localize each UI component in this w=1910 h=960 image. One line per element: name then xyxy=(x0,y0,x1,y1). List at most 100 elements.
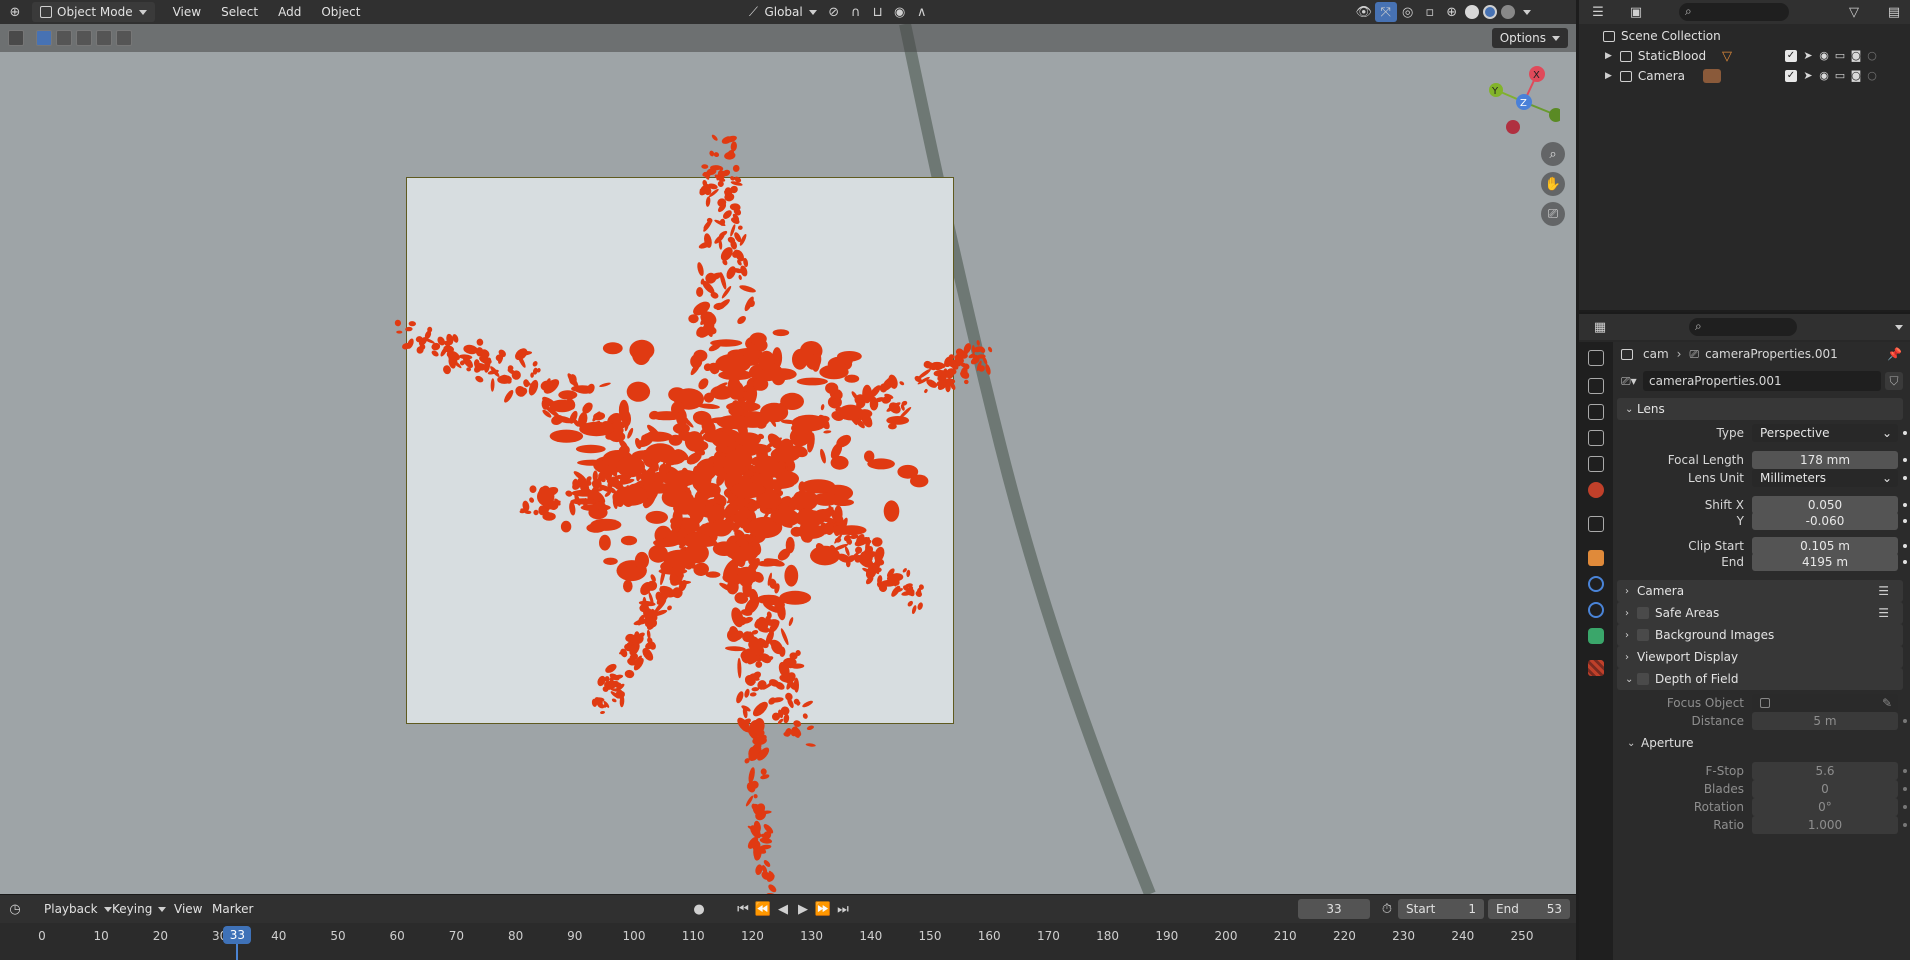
safe-areas-checkbox[interactable] xyxy=(1637,607,1649,619)
view-layer-tab-icon[interactable] xyxy=(1588,430,1604,446)
pan-hand-icon[interactable]: ✋ xyxy=(1541,172,1565,196)
focal-length-field[interactable]: 178 mm xyxy=(1752,451,1898,469)
play-reverse-icon[interactable]: ◀ xyxy=(772,899,794,919)
static-blood-object[interactable] xyxy=(0,24,1576,894)
frame-ruler[interactable]: 0 10 20 30 40 50 60 70 80 90 100 110 120 130 140 150 160… xyxy=(0,923,1576,960)
output-tab-icon[interactable] xyxy=(1588,404,1604,420)
ratio-field[interactable]: 1.000 xyxy=(1752,816,1898,834)
new-collection-icon[interactable]: ▤ xyxy=(1883,2,1905,22)
tool-tab-icon[interactable] xyxy=(1588,350,1604,366)
material-shading-icon[interactable] xyxy=(1482,5,1497,19)
rendered-shading-icon[interactable] xyxy=(1500,5,1515,19)
panel-dof-header[interactable]: ⌄ Depth of Field xyxy=(1617,668,1903,690)
filter-icon[interactable]: ▽ xyxy=(1843,2,1865,22)
end-frame-field[interactable]: End 53 xyxy=(1488,899,1570,919)
clip-end-field[interactable]: 4195 m xyxy=(1752,553,1898,571)
texture-tab-icon[interactable] xyxy=(1588,660,1604,676)
camera-data-tab-icon[interactable] xyxy=(1588,628,1604,644)
visibility-icon[interactable]: 👁 xyxy=(1353,2,1375,22)
keyframe-dot-icon[interactable] xyxy=(1903,560,1907,564)
neg-y-axis-icon[interactable] xyxy=(1549,108,1560,122)
start-frame-field[interactable]: Start 1 xyxy=(1398,899,1484,919)
neg-x-axis-icon[interactable] xyxy=(1506,120,1520,134)
scene-tab-icon[interactable] xyxy=(1588,456,1604,472)
expand-arrow-icon[interactable]: ▶ xyxy=(1605,71,1612,81)
3d-viewport[interactable]: Options X Y Z ⌕ ✋ ⎚ xyxy=(0,24,1576,894)
exclude-checkbox[interactable]: ✓ xyxy=(1785,70,1797,82)
chevron-down-icon[interactable] xyxy=(1895,325,1903,330)
overlay-icon[interactable]: ◎ xyxy=(1397,2,1419,22)
clock-editor-icon[interactable]: ◷ xyxy=(4,899,26,919)
keyframe-dot-icon[interactable] xyxy=(1903,787,1907,791)
object-tab-icon[interactable] xyxy=(1588,550,1604,566)
fake-user-shield-icon[interactable]: ⛉ xyxy=(1885,372,1903,390)
outliner-type-icon[interactable]: ☰ xyxy=(1587,2,1609,22)
scene-collection-row[interactable]: Scene Collection xyxy=(1579,26,1910,46)
display-mode-icon[interactable]: ▣ xyxy=(1625,2,1647,22)
xray-icon[interactable]: ▫ xyxy=(1419,2,1441,22)
panel-lens-header[interactable]: ⌄ Lens xyxy=(1617,398,1903,420)
physics-tab-icon[interactable] xyxy=(1588,576,1604,592)
panel-viewport-display-header[interactable]: › Viewport Display xyxy=(1617,646,1903,668)
menu-object[interactable]: Object xyxy=(311,2,370,22)
keyframe-dot-icon[interactable] xyxy=(1903,719,1907,723)
selectable-icon[interactable]: ➤ xyxy=(1801,49,1815,63)
chevron-down-icon[interactable] xyxy=(1522,9,1531,15)
keyframe-dot-icon[interactable] xyxy=(1903,519,1907,523)
eye-icon[interactable]: ◉ xyxy=(1817,69,1831,83)
presets-list-icon[interactable]: ☰ xyxy=(1878,584,1889,598)
keyframe-dot-icon[interactable] xyxy=(1903,823,1907,827)
holdout-icon[interactable]: ○ xyxy=(1865,69,1879,83)
eyedropper-icon[interactable]: ✎ xyxy=(1882,694,1892,712)
keyframe-dot-icon[interactable] xyxy=(1903,769,1907,773)
eye-icon[interactable]: ◉ xyxy=(1817,49,1831,63)
background-images-checkbox[interactable] xyxy=(1637,629,1649,641)
playhead[interactable] xyxy=(236,944,239,960)
constraints-tab-icon[interactable] xyxy=(1588,602,1604,618)
outliner-row-camera[interactable]: ▶ Camera ✓ ➤ ◉ ▭ ◙ ○ xyxy=(1579,66,1910,86)
collection-tab-icon[interactable] xyxy=(1588,516,1604,532)
keyframe-dot-icon[interactable] xyxy=(1903,458,1907,462)
shift-y-field[interactable]: -0.060 xyxy=(1752,512,1898,530)
solid-shading-icon[interactable] xyxy=(1464,5,1479,19)
jump-end-icon[interactable]: ⏭ xyxy=(832,899,854,919)
keyframe-dot-icon[interactable] xyxy=(1903,431,1907,435)
panel-background-images-header[interactable]: › Background Images xyxy=(1617,624,1903,646)
falloff-icon[interactable]: ∧ xyxy=(911,2,933,22)
pivot-icon[interactable]: ⊘ xyxy=(823,2,845,22)
snap-target-icon[interactable]: ⊔ xyxy=(867,2,889,22)
outliner-search-input[interactable]: ⌕ xyxy=(1679,3,1789,21)
fstop-field[interactable]: 5.6 xyxy=(1752,762,1898,780)
camera-data-icon[interactable]: ⎚▾ xyxy=(1621,374,1637,389)
aperture-subpanel-header[interactable]: ⌄ Aperture xyxy=(1627,733,1903,753)
lens-unit-select[interactable]: Millimeters ⌄ xyxy=(1752,469,1898,487)
holdout-icon[interactable]: ○ xyxy=(1865,49,1879,63)
next-keyframe-icon[interactable]: ⏩ xyxy=(812,899,834,919)
selectable-icon[interactable]: ➤ xyxy=(1801,69,1815,83)
keyframe-dot-icon[interactable] xyxy=(1903,805,1907,809)
jump-start-icon[interactable]: ⏮ xyxy=(732,899,754,919)
play-icon[interactable]: ▶ xyxy=(792,899,814,919)
current-frame-indicator[interactable]: 33 xyxy=(223,926,252,944)
menu-view[interactable]: View xyxy=(163,2,211,22)
keying-menu[interactable]: Keying xyxy=(106,899,172,919)
blades-field[interactable]: 0 xyxy=(1752,780,1898,798)
camera-view-icon[interactable]: ⎚ xyxy=(1541,202,1565,226)
menu-select[interactable]: Select xyxy=(211,2,268,22)
rotation-field[interactable]: 0° xyxy=(1752,798,1898,816)
render-icon[interactable]: ◙ xyxy=(1849,49,1863,63)
keyframe-dot-icon[interactable] xyxy=(1903,476,1907,480)
render-tab-icon[interactable] xyxy=(1588,378,1604,394)
mode-selector[interactable]: Object Mode xyxy=(32,2,155,22)
stopwatch-icon[interactable]: ⏱ xyxy=(1376,899,1398,919)
editor-type-icon[interactable]: ⊕ xyxy=(4,2,26,22)
properties-search-input[interactable]: ⌕ xyxy=(1689,318,1797,336)
dof-checkbox[interactable] xyxy=(1637,673,1649,685)
record-icon[interactable]: ● xyxy=(688,899,710,919)
outliner-row-staticblood[interactable]: ▶ StaticBlood ▽ ✓ ➤ ◉ ▭ ◙ ○ xyxy=(1579,46,1910,66)
keyframe-dot-icon[interactable] xyxy=(1903,503,1907,507)
render-icon[interactable]: ◙ xyxy=(1849,69,1863,83)
current-frame-field[interactable]: 33 xyxy=(1298,899,1370,919)
panel-safe-areas-header[interactable]: › Safe Areas ☰ xyxy=(1617,602,1903,624)
datablock-name-field[interactable]: cameraProperties.001 xyxy=(1643,371,1881,391)
